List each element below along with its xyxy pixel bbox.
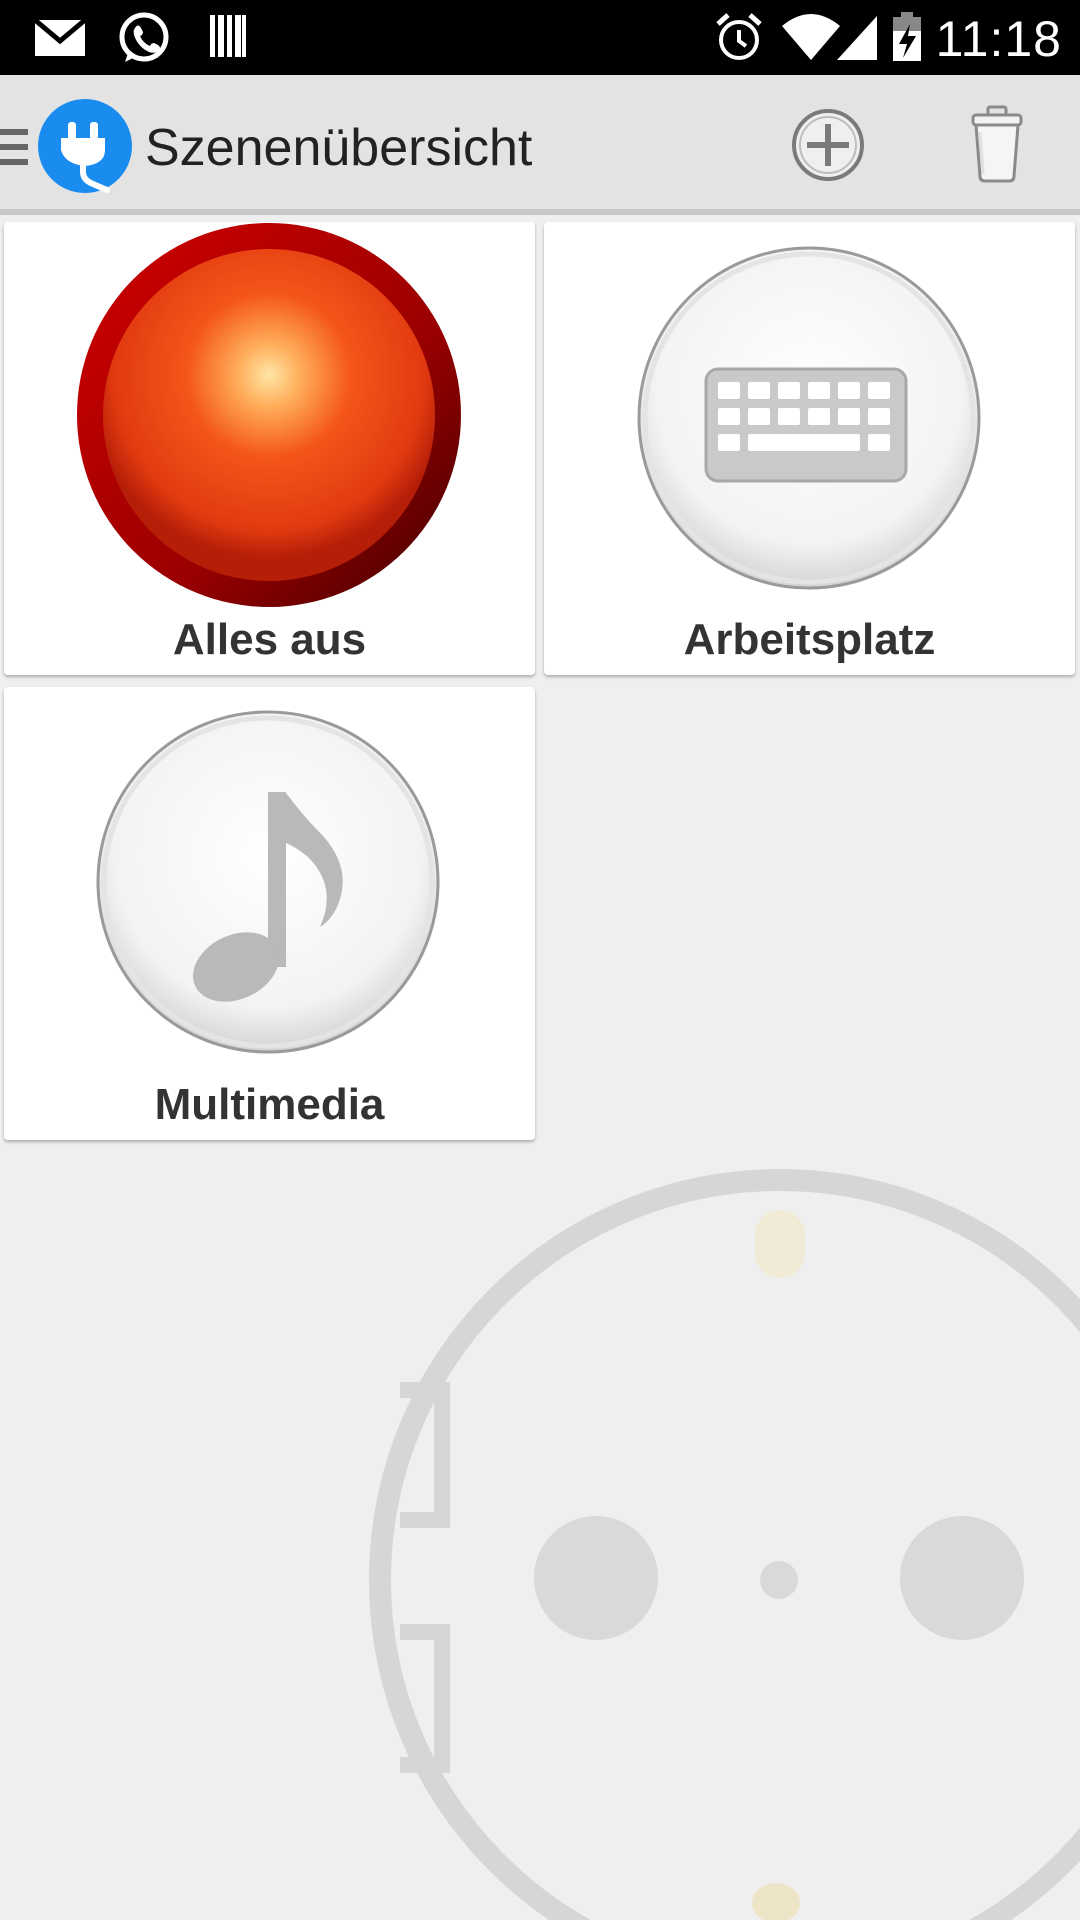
drawer-indicator-icon[interactable]: [0, 127, 30, 167]
wifi-icon: [782, 14, 840, 60]
barcode-icon: [210, 15, 246, 57]
battery-charging-icon: [893, 12, 921, 61]
action-bar: Szenenübersicht: [0, 75, 1080, 215]
page-title: Szenenübersicht: [145, 119, 533, 177]
trash-icon: [971, 105, 1023, 183]
alarm-icon: [716, 13, 762, 60]
keyboard-icon: [637, 246, 981, 590]
socket-watermark-icon: [369, 1169, 1080, 1920]
status-bar: 11:18: [0, 0, 1080, 75]
scene-tile-multimedia[interactable]: Multimedia: [4, 687, 535, 1140]
add-icon: [792, 109, 864, 181]
delete-scene-button[interactable]: [952, 100, 1042, 190]
scene-tile-alles-aus[interactable]: Alles aus: [4, 222, 535, 675]
scene-label: Arbeitsplatz: [683, 615, 936, 664]
add-scene-button[interactable]: [783, 100, 873, 190]
red-power-button-icon: [77, 223, 461, 607]
scene-label: Alles aus: [172, 615, 367, 664]
scene-label: Multimedia: [154, 1080, 385, 1129]
status-clock: 11:18: [935, 11, 1062, 67]
signal-icon: [837, 16, 877, 60]
music-note-icon: [96, 710, 440, 1054]
plug-icon[interactable]: [37, 98, 133, 194]
whatsapp-icon: [119, 12, 169, 62]
mail-icon: [33, 18, 87, 56]
scene-tile-arbeitsplatz[interactable]: Arbeitsplatz: [544, 222, 1075, 675]
